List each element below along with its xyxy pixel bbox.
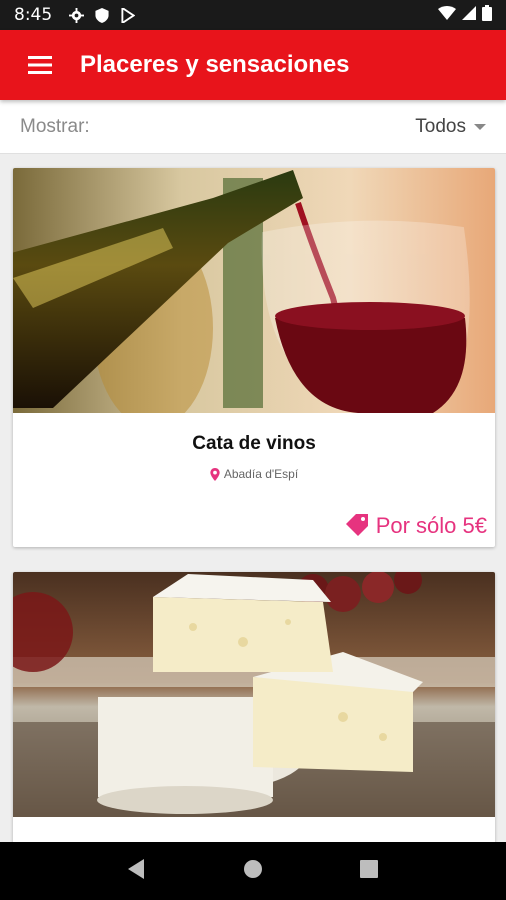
- settings-icon: [68, 7, 84, 23]
- location-pin-icon: [210, 467, 220, 481]
- system-navigation-bar: [0, 842, 506, 900]
- status-bar: 8:45: [0, 0, 506, 30]
- price-text: Por sólo 5€: [375, 513, 487, 538]
- wine-pouring-photo: [13, 168, 495, 413]
- experience-list[interactable]: Cata de vinos Abadía d'Espí Por sólo 5€: [0, 154, 506, 842]
- page-title: Placeres y sensaciones: [80, 51, 350, 78]
- filter-label: Mostrar:: [20, 115, 90, 137]
- home-circle-icon: [243, 859, 262, 878]
- filter-bar: Mostrar: Todos: [0, 100, 506, 154]
- hamburger-menu-icon: [28, 56, 52, 74]
- play-store-icon: [120, 7, 136, 23]
- location-text: Abadía d'Espí: [223, 467, 299, 481]
- camembert-cheese-photo: [13, 572, 495, 817]
- recents-square-icon: [359, 859, 378, 878]
- back-triangle-icon: [128, 858, 145, 879]
- back-button[interactable]: [128, 858, 146, 884]
- app-bar: Placeres y sensaciones: [0, 30, 506, 100]
- signal-icon: [462, 5, 476, 25]
- status-time: 8:45: [14, 5, 53, 25]
- experience-card[interactable]: Cata de vinos Abadía d'Espí Por sólo 5€: [13, 168, 495, 547]
- card-location: Abadía d'Espí: [13, 467, 495, 481]
- price-tag-icon: [345, 514, 368, 536]
- battery-icon: [482, 4, 492, 26]
- card-price: Por sólo 5€: [344, 513, 487, 539]
- card-body: Cata de vinos Abadía d'Espí Por sólo 5€: [13, 413, 495, 547]
- filter-selected-value: Todos: [415, 115, 466, 137]
- home-button[interactable]: [243, 859, 263, 884]
- shield-icon: [94, 7, 110, 23]
- dropdown-arrow-icon: [474, 123, 486, 130]
- wifi-icon: [438, 5, 456, 25]
- filter-dropdown[interactable]: Todos: [415, 116, 486, 138]
- recents-button[interactable]: [359, 859, 378, 883]
- card-title: Cata de vinos: [192, 433, 316, 454]
- menu-button[interactable]: [0, 30, 80, 100]
- experience-card[interactable]: [13, 572, 495, 842]
